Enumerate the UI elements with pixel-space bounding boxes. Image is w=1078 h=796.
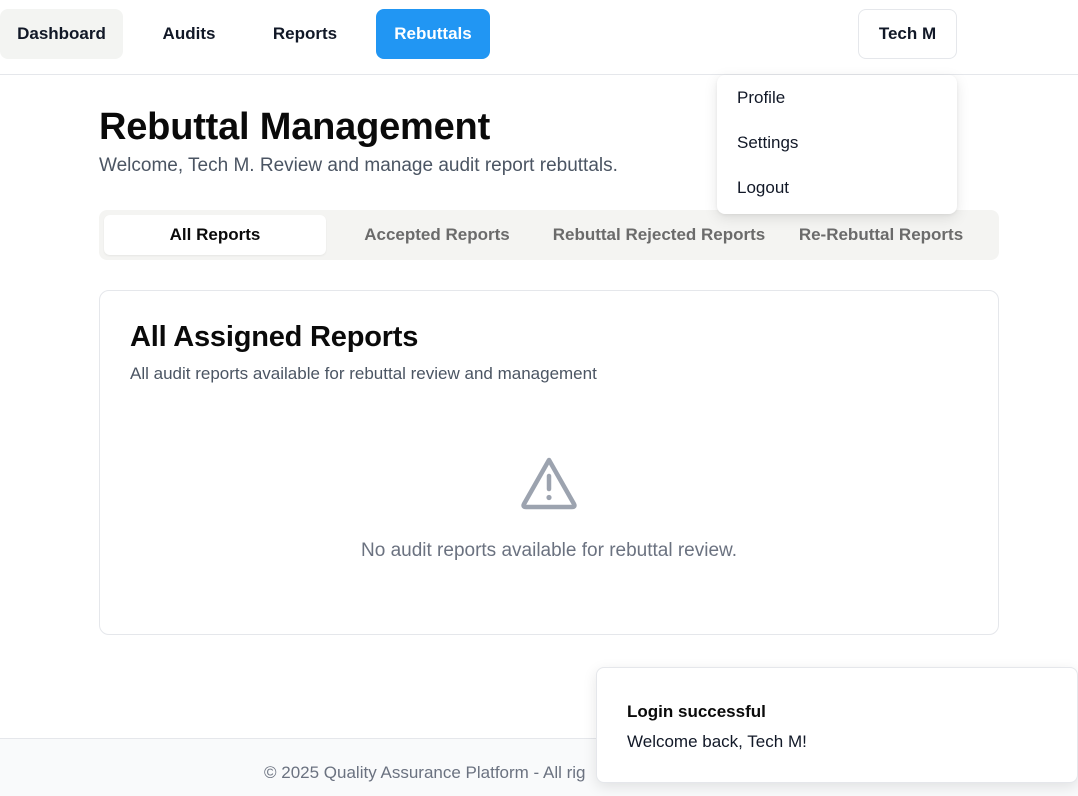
tab-accepted-reports[interactable]: Accepted Reports bbox=[326, 215, 548, 255]
empty-state-message: No audit reports available for rebuttal … bbox=[361, 540, 737, 561]
toast-title: Login successful bbox=[627, 702, 766, 721]
report-tabs: All Reports Accepted Reports Rebuttal Re… bbox=[99, 210, 999, 260]
page: Dashboard Audits Reports Rebuttals Tech … bbox=[0, 0, 1078, 796]
alert-triangle-icon bbox=[521, 457, 577, 510]
assigned-reports-card: All Assigned Reports All audit reports a… bbox=[99, 290, 999, 635]
menu-item-settings[interactable]: Settings bbox=[737, 133, 798, 153]
nav-audits-button[interactable]: Audits bbox=[140, 9, 238, 59]
login-toast[interactable]: Login successful Welcome back, Tech M! bbox=[596, 667, 1078, 783]
footer-copyright: © 2025 Quality Assurance Platform - All … bbox=[264, 763, 586, 782]
user-menu-button[interactable]: Tech M bbox=[858, 9, 957, 59]
nav-dashboard-button[interactable]: Dashboard bbox=[0, 9, 123, 59]
tab-re-rebuttal-reports[interactable]: Re-Rebuttal Reports bbox=[770, 215, 992, 255]
page-subtitle: Welcome, Tech M. Review and manage audit… bbox=[99, 155, 618, 176]
menu-item-profile[interactable]: Profile bbox=[737, 88, 785, 108]
top-navigation: Dashboard Audits Reports Rebuttals Tech … bbox=[0, 0, 1078, 75]
card-description: All audit reports available for rebuttal… bbox=[130, 364, 597, 383]
nav-rebuttals-button[interactable]: Rebuttals bbox=[376, 9, 490, 59]
menu-item-logout[interactable]: Logout bbox=[737, 178, 789, 198]
toast-message: Welcome back, Tech M! bbox=[627, 732, 807, 751]
nav-reports-button[interactable]: Reports bbox=[254, 9, 356, 59]
user-dropdown-menu: Profile Settings Logout bbox=[717, 75, 957, 214]
tab-all-reports[interactable]: All Reports bbox=[104, 215, 326, 255]
tab-rebuttal-rejected-reports[interactable]: Rebuttal Rejected Reports bbox=[548, 215, 770, 255]
page-title: Rebuttal Management bbox=[99, 106, 491, 148]
card-title: All Assigned Reports bbox=[130, 321, 419, 353]
